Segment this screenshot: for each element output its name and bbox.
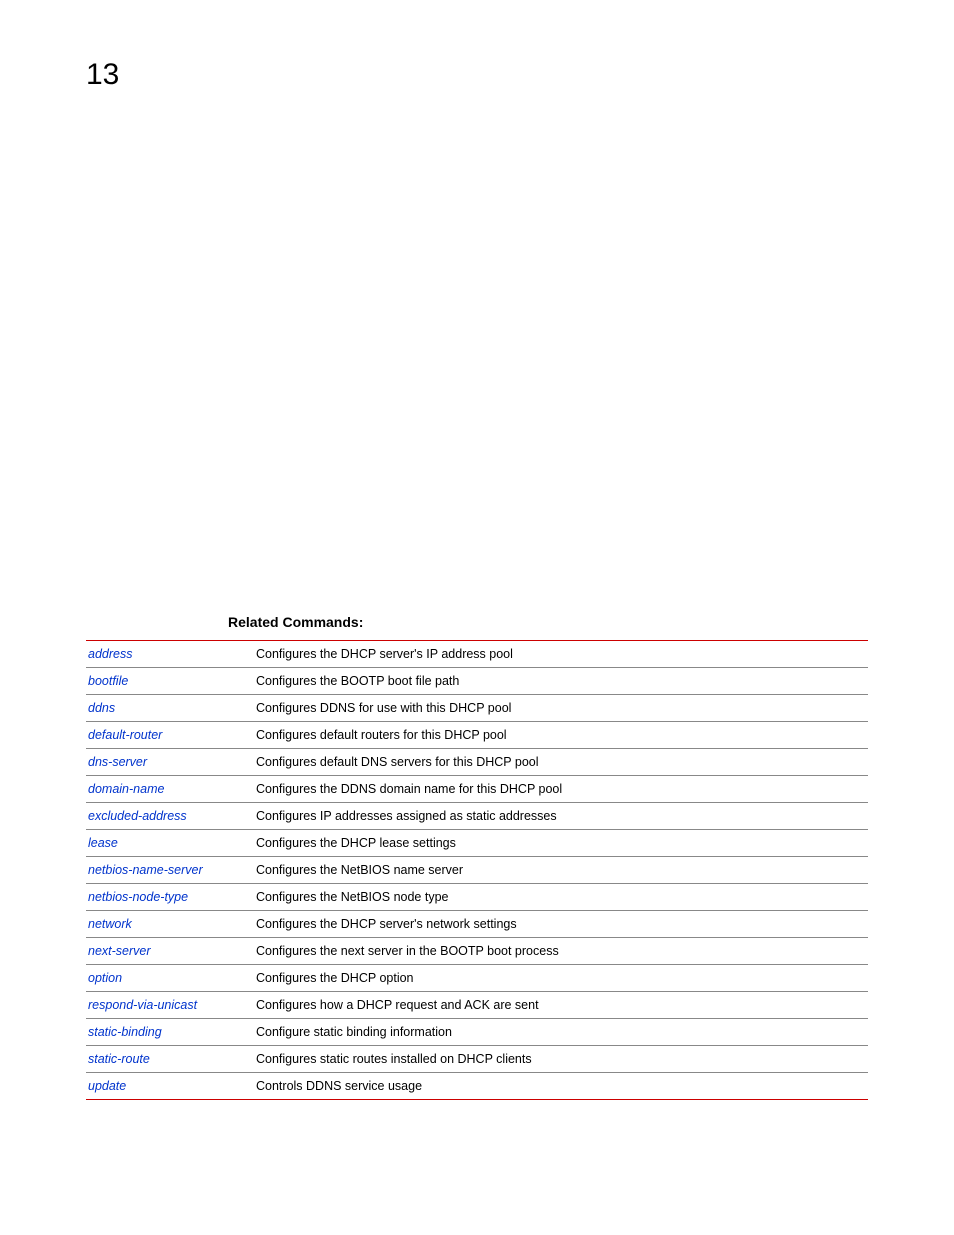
command-cell: dns-server — [86, 749, 256, 776]
command-link[interactable]: network — [88, 917, 132, 931]
command-link[interactable]: netbios-name-server — [88, 863, 203, 877]
description-cell: Configures default routers for this DHCP… — [256, 722, 868, 749]
table-row: next-server Configures the next server in… — [86, 938, 868, 965]
command-cell: lease — [86, 830, 256, 857]
description-cell: Controls DDNS service usage — [256, 1073, 868, 1100]
related-commands-table: address Configures the DHCP server's IP a… — [86, 640, 868, 1100]
description-cell: Configures the BOOTP boot file path — [256, 668, 868, 695]
table-row: dns-server Configures default DNS servers… — [86, 749, 868, 776]
table-row: static-binding Configure static binding i… — [86, 1019, 868, 1046]
table-row: option Configures the DHCP option — [86, 965, 868, 992]
command-cell: static-binding — [86, 1019, 256, 1046]
description-cell: Configures DDNS for use with this DHCP p… — [256, 695, 868, 722]
command-link[interactable]: excluded-address — [88, 809, 187, 823]
table-row: update Controls DDNS service usage — [86, 1073, 868, 1100]
page-number: 13 — [86, 58, 119, 92]
command-link[interactable]: lease — [88, 836, 118, 850]
command-link[interactable]: static-binding — [88, 1025, 162, 1039]
command-cell: update — [86, 1073, 256, 1100]
table-row: bootfile Configures the BOOTP boot file p… — [86, 668, 868, 695]
description-cell: Configures IP addresses assigned as stat… — [256, 803, 868, 830]
command-link[interactable]: address — [88, 647, 132, 661]
command-cell: ddns — [86, 695, 256, 722]
section-title: Related Commands: — [228, 614, 868, 630]
description-cell: Configures the next server in the BOOTP … — [256, 938, 868, 965]
table-row: excluded-address Configures IP addresses … — [86, 803, 868, 830]
table-row: netbios-node-type Configures the NetBIOS … — [86, 884, 868, 911]
command-cell: network — [86, 911, 256, 938]
command-link[interactable]: netbios-node-type — [88, 890, 188, 904]
command-link[interactable]: next-server — [88, 944, 151, 958]
main-content: Related Commands: address Configures the … — [86, 614, 868, 1100]
table-row: ddns Configures DDNS for use with this DH… — [86, 695, 868, 722]
command-link[interactable]: dns-server — [88, 755, 147, 769]
command-link[interactable]: domain-name — [88, 782, 164, 796]
command-link[interactable]: default-router — [88, 728, 162, 742]
description-cell: Configures static routes installed on DH… — [256, 1046, 868, 1073]
command-cell: option — [86, 965, 256, 992]
command-link[interactable]: bootfile — [88, 674, 128, 688]
description-cell: Configures the DHCP server's IP address … — [256, 641, 868, 668]
command-cell: bootfile — [86, 668, 256, 695]
description-cell: Configures how a DHCP request and ACK ar… — [256, 992, 868, 1019]
table-row: lease Configures the DHCP lease settings — [86, 830, 868, 857]
command-cell: address — [86, 641, 256, 668]
description-cell: Configures the NetBIOS node type — [256, 884, 868, 911]
table-row: static-route Configures static routes ins… — [86, 1046, 868, 1073]
command-link[interactable]: option — [88, 971, 122, 985]
table-row: domain-name Configures the DDNS domain na… — [86, 776, 868, 803]
table-row: network Configures the DHCP server's netw… — [86, 911, 868, 938]
description-cell: Configures the DHCP server's network set… — [256, 911, 868, 938]
command-link[interactable]: update — [88, 1079, 126, 1093]
description-cell: Configures the DHCP option — [256, 965, 868, 992]
description-cell: Configures the DDNS domain name for this… — [256, 776, 868, 803]
command-cell: respond-via-unicast — [86, 992, 256, 1019]
table-row: respond-via-unicast Configures how a DHCP… — [86, 992, 868, 1019]
description-cell: Configures the NetBIOS name server — [256, 857, 868, 884]
command-cell: domain-name — [86, 776, 256, 803]
command-link[interactable]: ddns — [88, 701, 115, 715]
table-row: netbios-name-server Configures the NetBIO… — [86, 857, 868, 884]
command-link[interactable]: respond-via-unicast — [88, 998, 197, 1012]
description-cell: Configure static binding information — [256, 1019, 868, 1046]
command-cell: default-router — [86, 722, 256, 749]
command-cell: next-server — [86, 938, 256, 965]
command-cell: netbios-name-server — [86, 857, 256, 884]
table-row: default-router Configures default routers… — [86, 722, 868, 749]
description-cell: Configures default DNS servers for this … — [256, 749, 868, 776]
command-cell: netbios-node-type — [86, 884, 256, 911]
table-row: address Configures the DHCP server's IP a… — [86, 641, 868, 668]
command-cell: static-route — [86, 1046, 256, 1073]
command-link[interactable]: static-route — [88, 1052, 150, 1066]
description-cell: Configures the DHCP lease settings — [256, 830, 868, 857]
command-cell: excluded-address — [86, 803, 256, 830]
